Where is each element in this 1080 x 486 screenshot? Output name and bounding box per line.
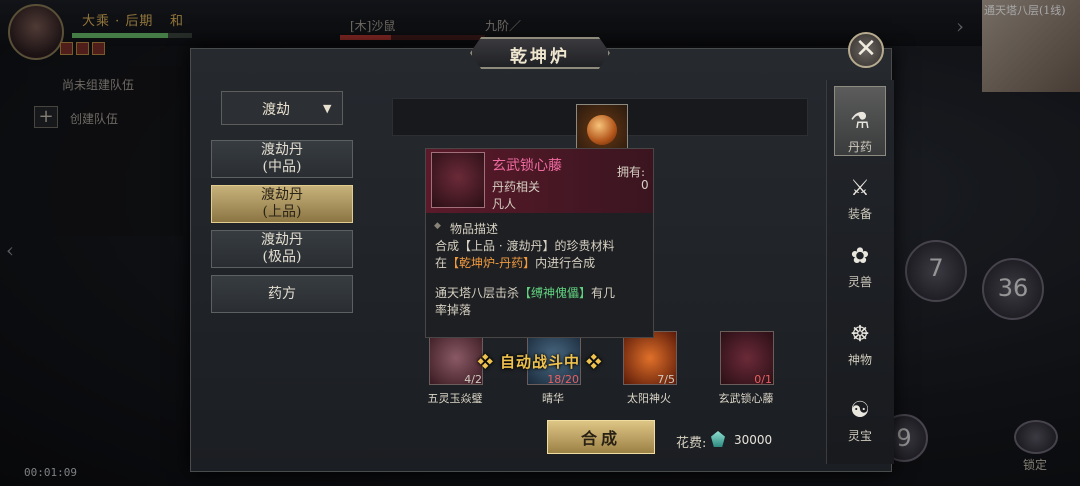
recipe-mid-grade[interactable]: 渡劫丹 (中品) (211, 140, 353, 178)
vine-icon (431, 152, 485, 208)
material-quantity: 4/2 (464, 373, 482, 386)
recipe-top-grade[interactable]: 渡劫丹 (极品) (211, 230, 353, 268)
material-quantity: 0/1 (754, 373, 772, 386)
dialog-title: 乾坤炉 (510, 47, 570, 67)
item-type: 丹药相关 (492, 180, 541, 194)
material-name: 玄武锁心藤 (718, 392, 774, 405)
tab-label: 神物 (847, 353, 872, 367)
description-line: 率掉落 (435, 303, 472, 317)
auto-battle-indicator: ❖ 自动战斗中 ❖ (477, 353, 603, 371)
tab-label: 灵兽 (847, 275, 872, 289)
diamond-bullet-icon: ◆ (434, 221, 441, 231)
owned-value: 0 (641, 178, 649, 192)
description-heading: 物品描述 (450, 222, 499, 236)
tooltip-item-name: 玄武锁心藤 (492, 158, 562, 174)
tab-divine-object[interactable]: ☸ 神物 (834, 298, 886, 368)
paw-icon: ✿ (850, 244, 870, 269)
description-line: 在【乾坤炉-丹药】内进行合成 (435, 256, 596, 270)
material-quantity: 7/5 (657, 373, 675, 386)
description-line: 合成【上品 · 渡劫丹】的珍贵材料 (435, 239, 615, 253)
material-name: 晴华 (542, 392, 564, 405)
cost-value: 30000 (734, 433, 773, 447)
tab-spirit-beast[interactable]: ✿ 灵兽 (834, 220, 886, 290)
recipe-formula[interactable]: 药方 (211, 275, 353, 313)
furnace-link: 【乾坤炉-丹药】 (447, 256, 536, 270)
material-name: 五灵玉焱璧 (427, 392, 483, 405)
dropdown-value: 渡劫 (262, 102, 290, 118)
chevron-down-icon: ▼ (323, 102, 332, 115)
orb-icon: ☯ (850, 398, 870, 423)
fan-icon: ☸ (850, 322, 870, 347)
recipe-high-grade[interactable]: 渡劫丹 (上品) (211, 185, 353, 223)
cost-label: 花费: (676, 436, 707, 451)
tab-spirit-treasure[interactable]: ☯ 灵宝 (834, 374, 886, 444)
tab-pills[interactable]: ⚗ 丹药 (834, 86, 886, 156)
combine-button[interactable]: 合成 (547, 420, 655, 454)
tab-equipment[interactable]: ⚔ 装备 (834, 152, 886, 222)
sword-icon: ⚔ (850, 176, 870, 201)
material-name: 太阳神火 (627, 392, 671, 405)
description-line: 通天塔八层击杀【缚神傀儡】有几 (435, 286, 616, 300)
item-rank: 凡人 (492, 197, 517, 211)
tab-label: 灵宝 (847, 429, 872, 443)
monster-link: 【缚神傀儡】 (519, 286, 592, 300)
pill-bowl-icon: ⚗ (850, 109, 870, 134)
close-button[interactable]: ✕ (848, 32, 884, 68)
material-quantity: 18/20 (547, 373, 579, 386)
